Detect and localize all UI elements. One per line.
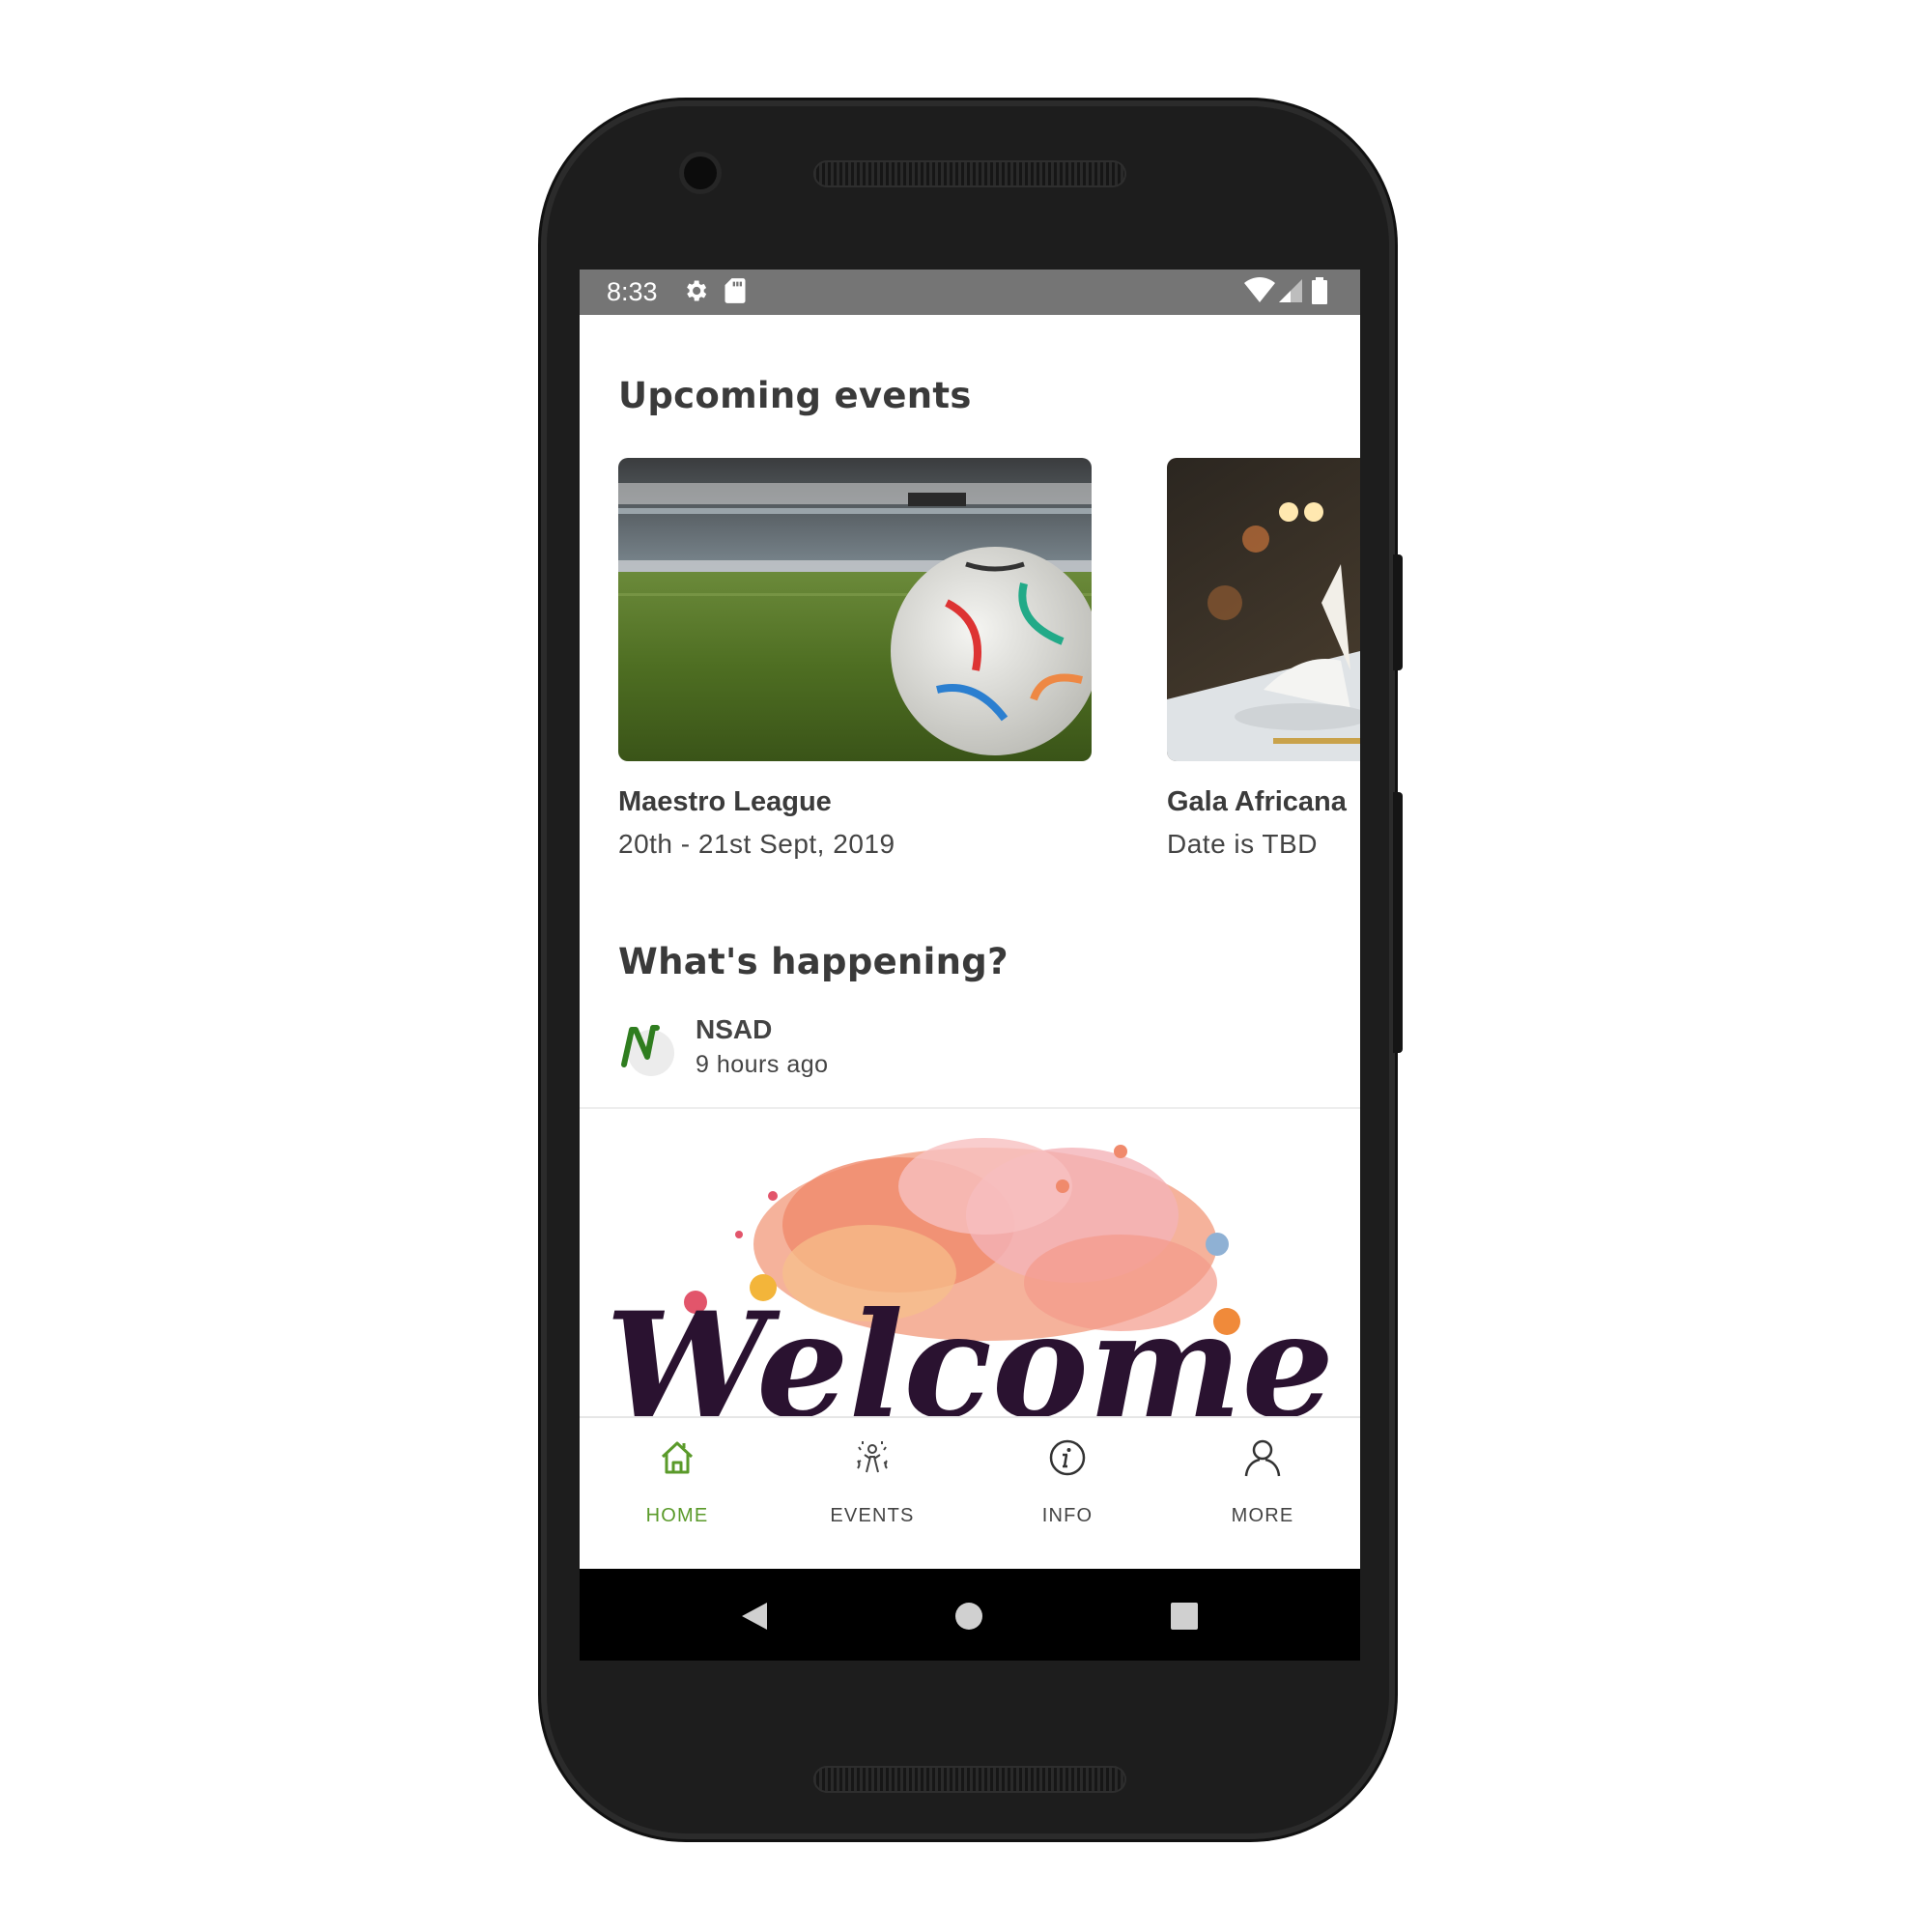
event-date: 20th - 21st Sept, 2019 bbox=[618, 829, 895, 859]
system-navigation-bar bbox=[580, 1569, 1360, 1661]
recents-icon[interactable] bbox=[1171, 1603, 1198, 1630]
person-icon bbox=[1244, 1439, 1281, 1477]
home-circle-icon[interactable] bbox=[954, 1602, 983, 1631]
nsad-logo-avatar bbox=[621, 1025, 674, 1076]
wifi-icon bbox=[1244, 277, 1275, 302]
upcoming-events-title: Upcoming events bbox=[618, 375, 972, 416]
info-icon bbox=[1049, 1439, 1086, 1476]
battery-icon bbox=[1312, 277, 1327, 304]
post-author: NSAD bbox=[696, 1014, 773, 1044]
volume-button bbox=[1393, 792, 1403, 1053]
event-date: Date is TBD bbox=[1167, 829, 1318, 859]
post-header[interactable]: NSAD 9 hours ago bbox=[580, 1001, 1360, 1109]
whats-happening-title: What's happening? bbox=[618, 941, 1009, 982]
nav-more[interactable]: MORE bbox=[1165, 1418, 1360, 1547]
welcome-lettering: Welcome bbox=[606, 1281, 1334, 1417]
nav-info[interactable]: INFO bbox=[970, 1418, 1165, 1547]
event-name: Gala Africana bbox=[1167, 786, 1347, 817]
nav-more-label: MORE bbox=[1231, 1505, 1294, 1526]
front-camera bbox=[684, 156, 717, 189]
cell-signal-icon bbox=[1279, 279, 1302, 302]
event-image-dinner bbox=[1167, 458, 1360, 761]
nav-home-label: HOME bbox=[645, 1505, 709, 1526]
home-feed[interactable]: Upcoming events Maestro League 20th - 21… bbox=[580, 315, 1360, 1417]
bottom-speaker bbox=[813, 1766, 1126, 1793]
bottom-navigation: HOME EVENTS INFO MORE bbox=[580, 1416, 1360, 1547]
nav-events[interactable]: EVENTS bbox=[775, 1418, 970, 1547]
status-time: 8:33 bbox=[607, 277, 658, 306]
nav-events-label: EVENTS bbox=[830, 1505, 915, 1526]
post-time: 9 hours ago bbox=[696, 1051, 829, 1078]
nav-info-label: INFO bbox=[1041, 1505, 1094, 1526]
nav-home[interactable]: HOME bbox=[580, 1418, 775, 1547]
event-name: Maestro League bbox=[618, 786, 832, 817]
event-card-gala-africana[interactable]: Gala Africana Date is TBD bbox=[1167, 458, 1360, 859]
event-card-maestro-league[interactable]: Maestro League 20th - 21st Sept, 2019 bbox=[618, 458, 1092, 859]
event-image-soccer bbox=[618, 458, 1092, 761]
sd-card-icon bbox=[724, 278, 746, 303]
screen: 8:33 Upcoming events Maestro League 20th… bbox=[580, 270, 1360, 1661]
status-bar: 8:33 bbox=[580, 270, 1360, 315]
power-button bbox=[1393, 554, 1403, 670]
celebration-icon bbox=[857, 1441, 888, 1473]
home-icon bbox=[661, 1441, 694, 1474]
back-icon[interactable] bbox=[740, 1601, 769, 1632]
top-speaker bbox=[813, 160, 1126, 187]
post-image-welcome[interactable]: Welcome bbox=[580, 1109, 1360, 1417]
settings-icon bbox=[687, 280, 707, 301]
